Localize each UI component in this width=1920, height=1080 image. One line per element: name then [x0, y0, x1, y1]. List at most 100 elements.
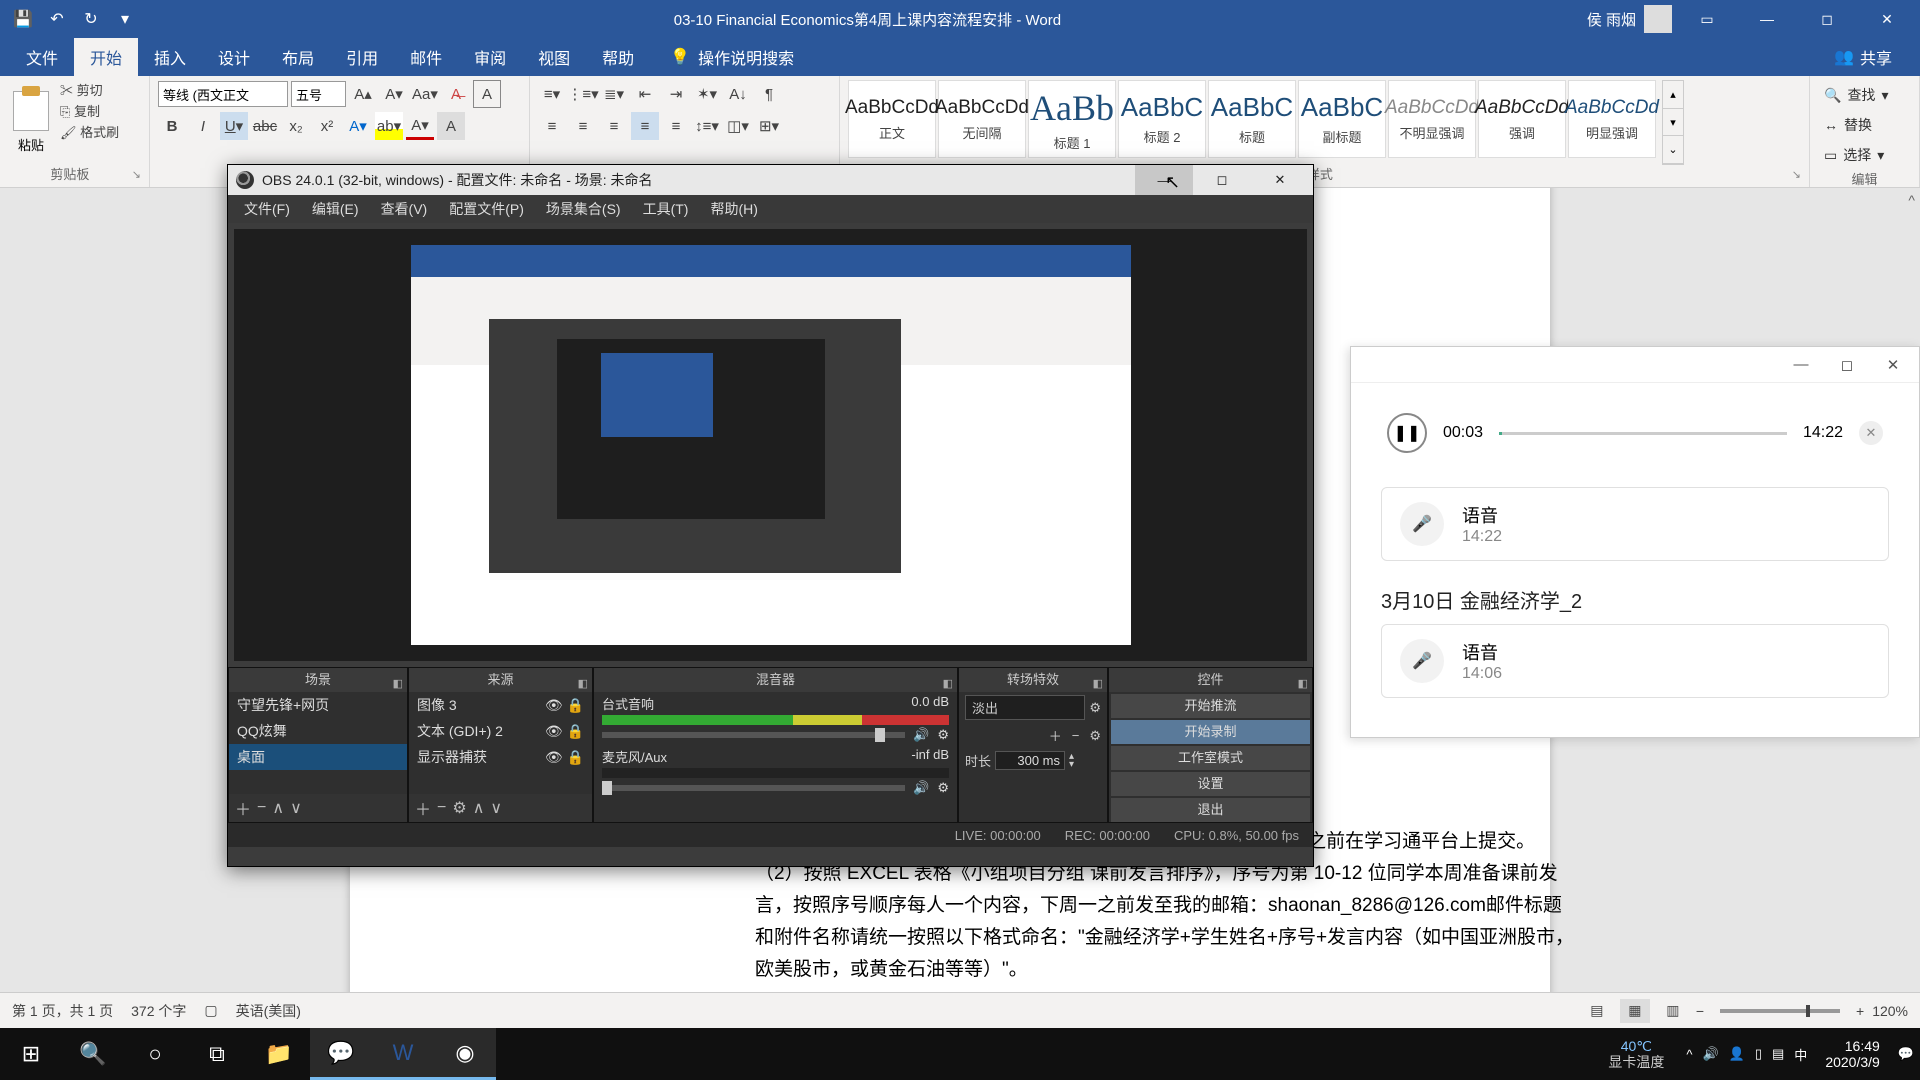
mute-icon[interactable]: 🔊 [913, 780, 929, 796]
zoom-in-icon[interactable]: + [1856, 1003, 1864, 1019]
text-effects-icon[interactable]: A▾ [344, 112, 372, 140]
network-icon[interactable]: ▤ [1772, 1046, 1784, 1062]
word-count[interactable]: 372 个字 [131, 1001, 186, 1021]
paste-button[interactable]: 粘贴 [8, 80, 54, 165]
user-account[interactable]: 侯 雨烟 [1587, 5, 1672, 33]
increase-indent-icon[interactable]: ⇥ [662, 80, 690, 108]
distribute-icon[interactable]: ≡ [662, 112, 690, 140]
tab-references[interactable]: 引用 [330, 38, 394, 76]
gear-icon[interactable]: ⚙ [937, 727, 949, 743]
superscript-icon[interactable]: x² [313, 112, 341, 140]
word-icon[interactable]: W [372, 1028, 434, 1080]
remove-icon[interactable]: − [437, 799, 446, 817]
weather-widget[interactable]: 40℃显卡温度 [1596, 1038, 1676, 1070]
source-item[interactable]: 显示器捕获👁 🔒 [409, 744, 592, 770]
proofing-icon[interactable]: ▢ [204, 1002, 217, 1019]
voice-card[interactable]: 🎤 语音 14:06 [1381, 624, 1889, 698]
gear-icon[interactable]: ⚙ [1089, 728, 1101, 744]
style-title[interactable]: AaBbC标题 [1208, 80, 1296, 158]
tray-chevron-icon[interactable]: ^ [1686, 1047, 1692, 1062]
collapse-ribbon-icon[interactable]: ^ [1908, 192, 1915, 208]
font-size-select[interactable]: 五号 [291, 81, 346, 107]
asian-layout-icon[interactable]: ✶▾ [693, 80, 721, 108]
add-icon[interactable]: ＋ [415, 796, 431, 820]
share-button[interactable]: 👥 共享 [1816, 45, 1910, 69]
change-case-icon[interactable]: Aa▾ [411, 80, 439, 108]
search-icon[interactable]: 🔍 [62, 1028, 124, 1080]
decrease-indent-icon[interactable]: ⇤ [631, 80, 659, 108]
font-name-select[interactable]: 等线 (西文正文 [158, 81, 288, 107]
spin-icon[interactable]: ▴▾ [1069, 753, 1074, 769]
start-stream-button[interactable]: 开始推流 [1111, 694, 1310, 718]
clear-format-icon[interactable]: A̶ [442, 80, 470, 108]
explorer-icon[interactable]: 📁 [248, 1028, 310, 1080]
style-emphasis[interactable]: AaBbCcDd强调 [1478, 80, 1566, 158]
ime-icon[interactable]: 中 [1794, 1045, 1807, 1064]
tab-design[interactable]: 设计 [202, 38, 266, 76]
italic-icon[interactable]: I [189, 112, 217, 140]
style-normal[interactable]: AaBbCcDd正文 [848, 80, 936, 158]
obs-preview[interactable] [234, 229, 1307, 661]
align-center-icon[interactable]: ≡ [569, 112, 597, 140]
voice-card[interactable]: 🎤 语音 14:22 [1381, 487, 1889, 561]
battery-icon[interactable]: ▯ [1755, 1046, 1762, 1062]
scene-item[interactable]: QQ炫舞 [229, 718, 407, 744]
seek-bar[interactable] [1499, 432, 1787, 435]
add-icon[interactable]: ＋ [235, 796, 251, 820]
scene-item[interactable]: 桌面 [229, 744, 407, 770]
obs-menu-profile[interactable]: 配置文件(P) [439, 197, 534, 221]
start-button[interactable]: ⊞ [0, 1028, 62, 1080]
select-button[interactable]: ▭ 选择 ▾ [1824, 142, 1905, 168]
zoom-slider[interactable] [1720, 1009, 1840, 1013]
remove-icon[interactable]: − [257, 799, 266, 817]
launcher-icon[interactable]: ↘ [132, 165, 141, 185]
duration-input[interactable]: 300 ms [995, 751, 1065, 770]
tab-file[interactable]: 文件 [10, 38, 74, 76]
underline-icon[interactable]: U▾ [220, 112, 248, 140]
panel-close-icon[interactable]: ✕ [1873, 350, 1913, 380]
obs-close-icon[interactable]: ✕ [1251, 165, 1309, 195]
numbering-icon[interactable]: ⋮≡▾ [569, 80, 597, 108]
tab-mailings[interactable]: 邮件 [394, 38, 458, 76]
obs-menu-tools[interactable]: 工具(T) [633, 197, 699, 221]
close-icon[interactable]: ✕ [1862, 0, 1912, 38]
style-heading2[interactable]: AaBbC标题 2 [1118, 80, 1206, 158]
justify-icon[interactable]: ≡ [631, 112, 659, 140]
read-mode-icon[interactable]: ▤ [1582, 999, 1612, 1023]
obs-minimize-icon[interactable]: — [1135, 165, 1193, 195]
bullets-icon[interactable]: ≡▾ [538, 80, 566, 108]
gear-icon[interactable]: ⚙ [937, 780, 949, 796]
exit-button[interactable]: 退出 [1111, 798, 1310, 822]
shading-icon[interactable]: ◫▾ [724, 112, 752, 140]
char-shading-icon[interactable]: A [437, 112, 465, 140]
align-right-icon[interactable]: ≡ [600, 112, 628, 140]
popout-icon[interactable]: ◧ [578, 672, 588, 696]
tab-home[interactable]: 开始 [74, 38, 138, 76]
mute-icon[interactable]: 🔊 [913, 727, 929, 743]
obs-menu-help[interactable]: 帮助(H) [700, 197, 767, 221]
page-indicator[interactable]: 第 1 页，共 1 页 [12, 1001, 113, 1021]
print-layout-icon[interactable]: ▦ [1620, 999, 1650, 1023]
obs-menu-scenes[interactable]: 场景集合(S) [536, 197, 631, 221]
redo-icon[interactable]: ↻ [78, 6, 104, 32]
style-intense-emph[interactable]: AaBbCcDd明显强调 [1568, 80, 1656, 158]
action-center-icon[interactable]: 💬 [1898, 1046, 1914, 1062]
cut-button[interactable]: ✂ 剪切 [60, 80, 119, 99]
language-indicator[interactable]: 英语(美国) [236, 1001, 301, 1021]
show-marks-icon[interactable]: ¶ [755, 80, 783, 108]
find-button[interactable]: 🔍 查找 ▾ [1824, 82, 1905, 108]
volume-slider[interactable] [602, 732, 905, 738]
settings-button[interactable]: 设置 [1111, 772, 1310, 796]
save-icon[interactable]: 💾 [10, 6, 36, 32]
cortana-icon[interactable]: ○ [124, 1028, 186, 1080]
style-heading1[interactable]: AaBb标题 1 [1028, 80, 1116, 158]
line-spacing-icon[interactable]: ↕≡▾ [693, 112, 721, 140]
strike-icon[interactable]: abc [251, 112, 279, 140]
tab-review[interactable]: 审阅 [458, 38, 522, 76]
subscript-icon[interactable]: x₂ [282, 112, 310, 140]
tell-me-search[interactable]: 💡 操作说明搜索 [670, 45, 794, 69]
popout-icon[interactable]: ◧ [393, 672, 403, 696]
obs-menu-file[interactable]: 文件(F) [234, 197, 300, 221]
tab-help[interactable]: 帮助 [586, 38, 650, 76]
player-close-icon[interactable]: ✕ [1859, 421, 1883, 445]
